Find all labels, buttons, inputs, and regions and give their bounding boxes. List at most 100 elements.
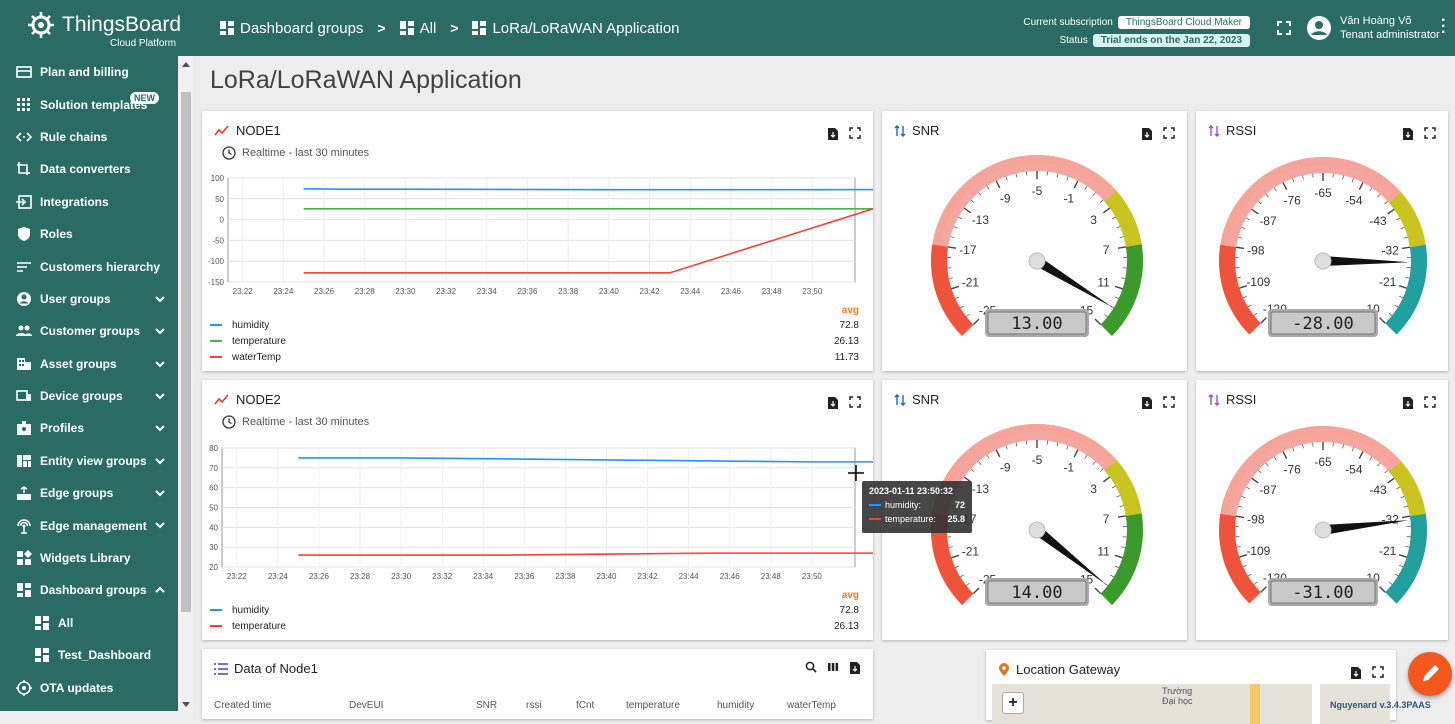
legend-item[interactable]: waterTemp11.73 <box>210 349 859 365</box>
table-column-header[interactable]: Created time <box>214 700 271 711</box>
settings-input-antenna-icon <box>16 518 32 534</box>
x-tick-label: 23:26 <box>309 572 330 581</box>
x-tick-label: 23:38 <box>555 572 576 581</box>
sidebar-item-plan-and-billing[interactable]: Plan and billing <box>0 56 178 88</box>
sidebar-item-roles[interactable]: Roles <box>0 218 178 250</box>
fullscreen-icon[interactable] <box>1163 396 1175 408</box>
legend-item[interactable]: humidity72.8 <box>210 317 859 333</box>
scroll-up-arrow[interactable] <box>182 62 190 67</box>
table-column-header[interactable]: humidity <box>717 700 754 711</box>
gauge-tick-label: -43 <box>1369 214 1387 228</box>
sidebar-item-customers-hierarchy[interactable]: Customers hierarchy <box>0 250 178 282</box>
chevron-down-icon[interactable] <box>154 487 166 502</box>
x-tick-label: 23:22 <box>233 287 254 296</box>
chevron-down-icon[interactable] <box>154 293 166 308</box>
brand-sub: Cloud Platform <box>110 38 176 49</box>
widget-title: RSSI <box>1226 392 1256 407</box>
legend-item[interactable]: temperature26.13 <box>210 618 859 634</box>
sidebar-item-solution-templates[interactable]: Solution templatesNEW <box>0 88 178 120</box>
sidebar-scrollbar[interactable] <box>178 56 194 711</box>
fullscreen-icon[interactable] <box>1372 666 1384 678</box>
transform-icon <box>16 161 32 177</box>
export-file-icon[interactable] <box>849 661 861 675</box>
chevron-down-icon[interactable] <box>154 519 166 534</box>
subscription-plan[interactable]: ThingsBoard Cloud Maker <box>1118 16 1250 29</box>
search-icon[interactable] <box>805 661 817 673</box>
sidebar-item-dashboard-groups[interactable]: Dashboard groups <box>0 574 178 606</box>
scroll-thumb[interactable] <box>181 92 191 612</box>
chevron-up-icon[interactable] <box>154 584 166 599</box>
sidebar-item-widgets-library[interactable]: Widgets Library <box>0 542 178 574</box>
export-file-icon[interactable] <box>1402 127 1414 141</box>
export-file-icon[interactable] <box>1141 127 1153 141</box>
table-column-header[interactable]: SNR <box>476 700 497 711</box>
fullscreen-icon[interactable] <box>849 127 861 139</box>
sidebar-item-data-converters[interactable]: Data converters <box>0 153 178 185</box>
sidebar-item-edge-management[interactable]: Edge management <box>0 509 178 541</box>
tooltip-row: humidity:72 <box>869 500 965 510</box>
x-tick-label: 23:40 <box>599 287 620 296</box>
table-column-header[interactable]: waterTemp <box>787 700 836 711</box>
sidebar-item-ota-updates[interactable]: OTA updates <box>0 671 178 703</box>
account-icon <box>16 291 32 307</box>
legend-avg-header: avg <box>842 305 859 316</box>
gauge-tick-label: 7 <box>1103 243 1110 257</box>
x-tick-label: 23:30 <box>391 572 412 581</box>
sidebar-item-label: Entity view groups <box>40 454 147 468</box>
chevron-down-icon[interactable] <box>154 358 166 373</box>
gauge-tick-label: -5 <box>1032 453 1043 467</box>
fullscreen-icon[interactable] <box>1424 396 1436 408</box>
export-file-icon[interactable] <box>1402 396 1414 410</box>
router-icon <box>16 485 32 501</box>
fullscreen-icon[interactable] <box>1276 20 1292 36</box>
export-file-icon[interactable] <box>1141 396 1153 410</box>
export-file-icon[interactable] <box>827 396 839 410</box>
sidebar-item-edge-groups[interactable]: Edge groups <box>0 477 178 509</box>
view-column-icon[interactable] <box>827 661 839 673</box>
chevron-down-icon[interactable] <box>154 455 166 470</box>
table-column-header[interactable]: temperature <box>626 700 680 711</box>
fullscreen-icon[interactable] <box>1424 127 1436 139</box>
sidebar-item-rule-chains[interactable]: Rule chains <box>0 121 178 153</box>
fullscreen-icon[interactable] <box>849 396 861 408</box>
sidebar-item-customer-groups[interactable]: Customer groups <box>0 315 178 347</box>
timewindow-label[interactable]: Realtime - last 30 minutes <box>242 416 369 428</box>
table-column-header[interactable]: rssi <box>526 700 542 711</box>
more-vert-icon[interactable]: ··· <box>1441 18 1446 36</box>
radial-gauge: -120-109-98-87-76-65-54-43-32-21-10-28.0… <box>1196 147 1448 367</box>
edit-dashboard-button[interactable] <box>1408 652 1452 696</box>
sidebar-item-label: Edge management <box>40 519 147 533</box>
user-menu[interactable]: Văn Hoàng VõTenant administrator <box>1306 14 1440 42</box>
sidebar-item-test-dashboard[interactable]: Test_Dashboard <box>0 639 178 671</box>
sidebar-item-asset-groups[interactable]: Asset groups <box>0 348 178 380</box>
cursor-crosshair-icon <box>848 465 864 481</box>
sidebar-item-user-groups[interactable]: User groups <box>0 283 178 315</box>
breadcrumb-all[interactable]: All <box>400 20 437 37</box>
sidebar-item-label: User groups <box>40 292 111 306</box>
timewindow-label[interactable]: Realtime - last 30 minutes <box>242 147 369 159</box>
sidebar-item-label: Integrations <box>40 195 109 209</box>
chevron-down-icon[interactable] <box>154 325 166 340</box>
sidebar-item-all[interactable]: All <box>0 607 178 639</box>
fullscreen-icon[interactable] <box>1163 127 1175 139</box>
export-file-icon[interactable] <box>1350 666 1362 680</box>
table-column-header[interactable]: DevEUI <box>349 700 383 711</box>
location-pin-icon <box>998 663 1010 677</box>
legend-swatch <box>210 340 222 342</box>
sidebar-item-profiles[interactable]: Profiles <box>0 412 178 444</box>
series-line-humidity[interactable] <box>304 189 873 190</box>
scroll-down-arrow[interactable] <box>182 702 190 707</box>
legend-item[interactable]: temperature26.13 <box>210 333 859 349</box>
export-file-icon[interactable] <box>827 127 839 141</box>
sidebar-item-device-groups[interactable]: Device groups <box>0 380 178 412</box>
logo[interactable]: ThingsBoard Cloud Platform <box>26 10 181 40</box>
chevron-down-icon[interactable] <box>154 390 166 405</box>
breadcrumb-dashboard-groups[interactable]: Dashboard groups <box>220 20 363 37</box>
breadcrumb-separator: > <box>377 20 385 36</box>
sidebar: Plan and billingSolution templatesNEWRul… <box>0 56 178 711</box>
table-column-header[interactable]: fCnt <box>576 700 594 711</box>
sidebar-item-entity-view-groups[interactable]: Entity view groups <box>0 445 178 477</box>
legend-item[interactable]: humidity72.8 <box>210 602 859 618</box>
sidebar-item-integrations[interactable]: Integrations <box>0 186 178 218</box>
chevron-down-icon[interactable] <box>154 422 166 437</box>
